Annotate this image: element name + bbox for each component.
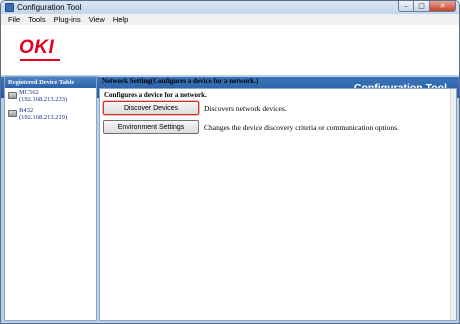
maximize-button[interactable]: □ [414,1,430,12]
discover-devices-description: Discovers network devices. [204,103,287,113]
menu-help[interactable]: Help [109,14,132,25]
minimize-button[interactable]: – [398,1,414,12]
device-item-b432[interactable]: B432 (192.168.213.219) [5,107,96,124]
device-name[interactable]: B432 [19,107,96,114]
environment-settings-button[interactable]: Environment Settings [103,120,199,134]
menu-tools[interactable]: Tools [24,14,50,25]
network-setting-panel: Configures a device for a network. Disco… [99,88,457,321]
discover-devices-button[interactable]: Discover Devices [103,101,199,115]
printer-icon [8,92,17,99]
menu-bar: File Tools Plug-ins View Help [1,14,459,25]
printer-icon [8,110,17,117]
panel-subtitle: Configures a device for a network. [104,91,207,99]
window-title: Configuration Tool [17,3,82,12]
menu-view[interactable]: View [85,14,109,25]
window-controls: – □ ✕ [398,1,456,12]
menu-plugins[interactable]: Plug-ins [50,14,85,25]
menu-file[interactable]: File [4,14,24,25]
registered-device-table: Registered Device Table MC562 (192.168.2… [4,76,97,321]
logo-underline [20,59,60,61]
action-row-discover: Discover Devices Discovers network devic… [103,101,287,115]
device-item-mc562[interactable]: MC562 (192.168.213.233) [5,89,96,106]
app-window: Configuration Tool – □ ✕ File Tools Plug… [0,0,460,324]
device-name[interactable]: MC562 [19,89,96,96]
action-row-environment: Environment Settings Changes the device … [103,120,399,134]
app-header: OKI Configuration Tool [1,25,459,98]
page-title: Network Setting(Configures a device for … [102,77,259,85]
main-area: Network Setting(Configures a device for … [99,76,457,321]
device-ip[interactable]: (192.168.213.219) [19,114,96,122]
device-ip[interactable]: (192.168.213.233) [19,96,96,104]
oki-logo: OKI [19,37,55,58]
panel-scrollbar[interactable] [450,89,456,320]
app-icon [5,3,14,12]
close-button[interactable]: ✕ [430,1,456,12]
device-table-heading: Registered Device Table [5,77,96,88]
environment-settings-description: Changes the device discovery criteria or… [204,122,399,132]
title-bar[interactable]: Configuration Tool – □ ✕ [1,1,459,14]
